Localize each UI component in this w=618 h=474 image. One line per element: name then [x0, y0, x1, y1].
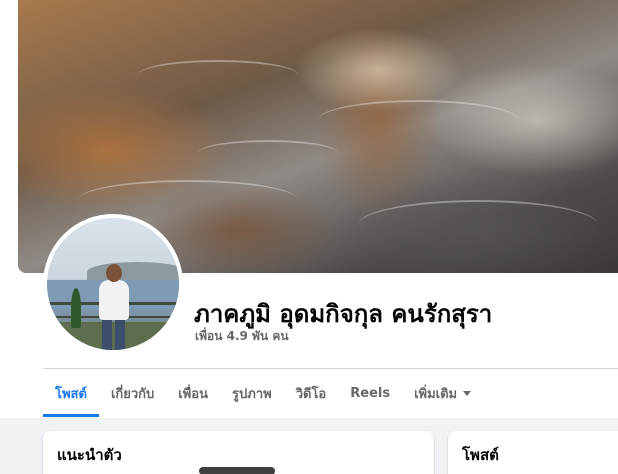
friends-count[interactable]: เพื่อน 4.9 พัน คน — [195, 327, 289, 346]
tab-friends[interactable]: เพื่อน — [166, 369, 220, 417]
tab-videos[interactable]: วิดีโอ — [284, 369, 339, 417]
tab-label: โพสต์ — [55, 386, 87, 402]
tab-label: Reels — [350, 385, 391, 401]
tab-label: รูปภาพ — [232, 386, 272, 402]
profile-avatar[interactable] — [43, 214, 183, 354]
tab-more[interactable]: เพิ่มเติม — [402, 369, 483, 417]
posts-card: โพสต์ — [448, 431, 618, 474]
tab-label: เกี่ยวกับ — [110, 386, 155, 402]
profile-page: ภาคภูมิ อุดมกิจกุล คนรักสุรา เพื่อน 4.9 … — [0, 0, 618, 474]
tab-posts[interactable]: โพสต์ — [43, 369, 99, 417]
intro-card: แนะนำตัว — [43, 431, 434, 474]
tab-photos[interactable]: รูปภาพ — [220, 369, 284, 417]
tab-label: วิดีโอ — [295, 386, 327, 402]
tab-reels[interactable]: Reels — [338, 369, 402, 417]
tab-label: เพิ่มเติม — [414, 386, 458, 402]
caret-down-icon — [463, 390, 472, 396]
posts-card-title: โพสต์ — [462, 446, 499, 464]
profile-tabs: โพสต์ เกี่ยวกับ เพื่อน รูปภาพ วิดีโอ Ree… — [43, 369, 483, 417]
intro-text-partial — [199, 467, 275, 474]
tab-label: เพื่อน — [178, 386, 209, 402]
intro-card-title: แนะนำตัว — [57, 446, 122, 464]
tab-about[interactable]: เกี่ยวกับ — [99, 369, 166, 417]
